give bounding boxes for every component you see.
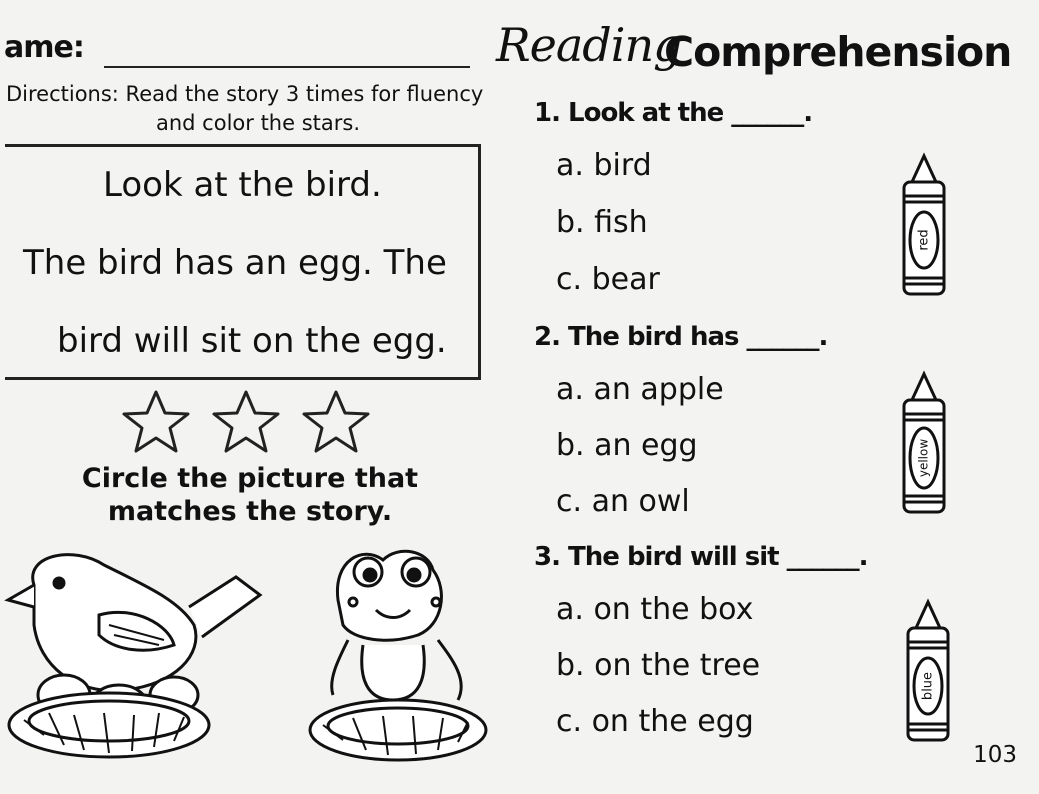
question-3-choice-a[interactable]: a. on the box <box>556 592 753 627</box>
circle-instruction-line-1: Circle the picture that <box>81 463 419 494</box>
question-1-choice-b[interactable]: b. fish <box>556 205 648 240</box>
page-number: 103 <box>973 742 1017 768</box>
circle-instruction-line-2: matches the story. <box>107 496 393 527</box>
red-crayon-icon: red <box>902 152 946 296</box>
blue-crayon-icon: blue <box>906 598 950 742</box>
frog-on-nest-picture[interactable] <box>308 540 493 775</box>
star-1-icon <box>122 390 190 453</box>
title-comprehension: Comprehension <box>664 28 1012 76</box>
name-label: ame: <box>4 30 85 65</box>
question-1-prompt: 1. Look at the ______. <box>534 98 813 128</box>
fluency-stars <box>122 390 370 453</box>
question-3-choice-c[interactable]: c. on the egg <box>556 704 754 739</box>
yellow-crayon-icon: yellow <box>902 370 946 514</box>
star-3-icon <box>302 390 370 453</box>
title-reading: Reading <box>496 18 683 72</box>
directions-line-2: and color the stars. <box>156 111 361 135</box>
story-box: Look at the bird. The bird has an egg. T… <box>5 144 481 380</box>
question-1-choice-a[interactable]: a. bird <box>556 148 652 183</box>
bird-on-nest-picture[interactable] <box>4 545 266 775</box>
story-line-3: bird will sit on the egg. <box>57 321 447 361</box>
directions-line-1: Directions: Read the story 3 times for f… <box>6 82 484 106</box>
story-line-1: Look at the bird. <box>103 165 382 205</box>
crayon-label-yellow: yellow <box>917 439 931 477</box>
crayon-label-blue: blue <box>921 672 936 700</box>
question-2-choice-a[interactable]: a. an apple <box>556 372 724 407</box>
directions: Directions: Read the story 3 times for f… <box>6 80 486 138</box>
question-3-prompt: 3. The bird will sit ______. <box>534 542 869 572</box>
circle-instruction: Circle the picture that matches the stor… <box>40 462 460 528</box>
question-2-choice-b[interactable]: b. an egg <box>556 428 698 463</box>
question-2-prompt: 2. The bird has ______. <box>534 322 828 352</box>
question-1-choice-c[interactable]: c. bear <box>556 262 660 297</box>
question-2-choice-c[interactable]: c. an owl <box>556 484 690 519</box>
name-write-line[interactable] <box>104 66 470 68</box>
star-2-icon <box>212 390 280 453</box>
crayon-label-red: red <box>917 229 932 250</box>
story-line-2: The bird has an egg. The <box>23 243 447 283</box>
question-3-choice-b[interactable]: b. on the tree <box>556 648 760 683</box>
